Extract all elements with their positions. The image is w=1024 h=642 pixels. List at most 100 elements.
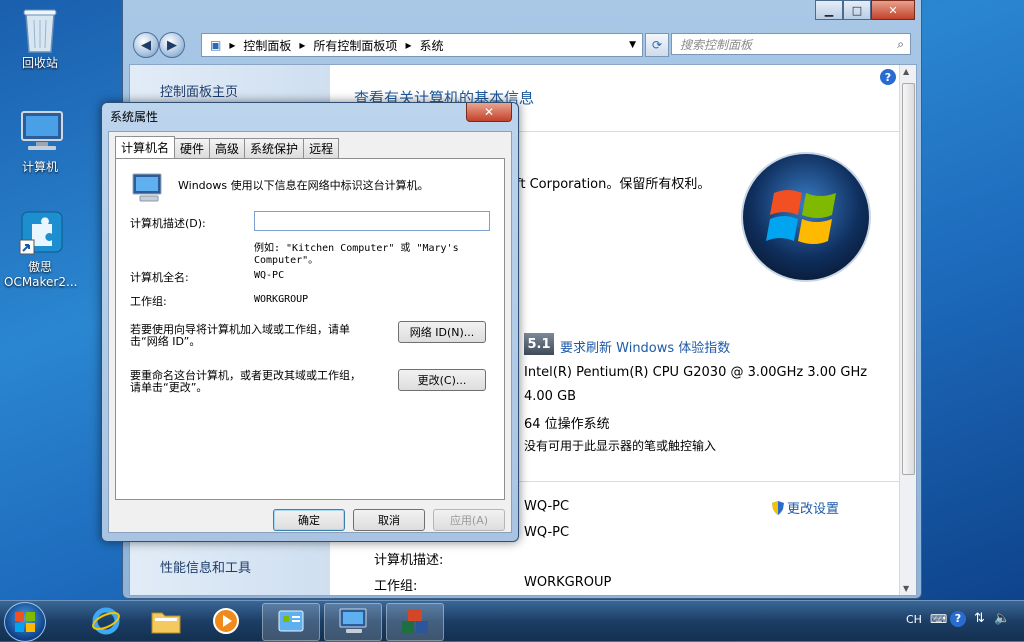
- refresh-button[interactable]: ⟳: [645, 33, 669, 57]
- rating-badge: 5.1: [524, 333, 554, 355]
- full-name-label: 计算机全名:: [130, 271, 189, 284]
- volume-icon[interactable]: 🔈: [994, 611, 1010, 626]
- computer-description-input[interactable]: [254, 211, 490, 231]
- shield-icon: [772, 500, 784, 515]
- recycle-bin-icon: [18, 6, 62, 53]
- taskbar-ie-button[interactable]: [78, 603, 134, 639]
- breadcrumb-item[interactable]: 控制面板: [243, 37, 291, 54]
- breadcrumb-item[interactable]: 系统: [419, 37, 443, 54]
- help-icon[interactable]: ?: [950, 611, 966, 627]
- network-icon[interactable]: ⇅: [974, 611, 985, 626]
- language-indicator[interactable]: CH: [906, 613, 922, 626]
- minimize-button[interactable]: ▁: [815, 0, 843, 20]
- media-player-icon: [213, 608, 239, 634]
- memory-value: 4.00 GB: [524, 389, 577, 404]
- address-bar[interactable]: ▣ ▸ 控制面板 ▸ 所有控制面板项 ▸ 系统 ▼: [201, 33, 643, 57]
- back-button[interactable]: ◀: [133, 32, 159, 58]
- tab-computer-name[interactable]: 计算机名: [115, 136, 176, 158]
- control-panel-icon: [278, 610, 304, 632]
- processor-value: Intel(R) Pentium(R) CPU G2030 @ 3.00GHz …: [524, 365, 868, 380]
- address-bar-row: ◀ ▶ ▣ ▸ 控制面板 ▸ 所有控制面板项 ▸ 系统 ▼ ⟳ 搜索控制面板 ⌕: [131, 32, 911, 60]
- cancel-button[interactable]: 取消: [353, 509, 425, 531]
- back-arrow-icon: ◀: [141, 37, 151, 53]
- vertical-scrollbar[interactable]: ▲ ▼: [899, 65, 916, 595]
- scroll-up-icon[interactable]: ▲: [903, 67, 909, 76]
- internet-explorer-icon: [92, 607, 120, 635]
- taskbar-control-panel-button[interactable]: [262, 603, 320, 641]
- help-icon[interactable]: ?: [880, 69, 896, 85]
- maximize-icon: □: [851, 3, 863, 17]
- intro-text: Windows 使用以下信息在网络中标识这台计算机。: [178, 179, 429, 192]
- taskbar-explorer-button[interactable]: [138, 603, 194, 639]
- breadcrumb-item[interactable]: 所有控制面板项: [313, 37, 397, 54]
- dialog-close-button[interactable]: ✕: [466, 103, 512, 122]
- ocmaker-shortcut-icon: [18, 210, 63, 255]
- computer-icon: [130, 173, 164, 206]
- breadcrumb-separator-icon: ▸: [229, 38, 236, 52]
- sidebar-link-performance[interactable]: 性能信息和工具: [160, 557, 251, 576]
- close-icon: ✕: [888, 3, 898, 17]
- network-id-text-line2: 击“网络 ID”。: [130, 335, 201, 348]
- computer-name-value: WQ-PC: [524, 499, 570, 514]
- tab-hardware[interactable]: 硬件: [174, 138, 211, 158]
- full-name-value: WQ-PC: [254, 270, 285, 281]
- scroll-down-icon[interactable]: ▼: [903, 584, 909, 593]
- copyright-text: ft Corporation。保留所有权利。: [516, 177, 711, 192]
- tab-panel-computer-name: Windows 使用以下信息在网络中标识这台计算机。 计算机描述(D): 例如:…: [115, 158, 505, 500]
- control-panel-icon: ▣: [210, 38, 222, 52]
- search-placeholder: 搜索控制面板: [680, 37, 753, 52]
- windows-logo: [740, 151, 872, 283]
- tab-advanced[interactable]: 高级: [209, 138, 246, 158]
- keyboard-icon[interactable]: ⌨: [930, 612, 947, 626]
- taskbar: CH ⌨ ? ⇅ 🔈: [0, 600, 1024, 642]
- network-id-button[interactable]: 网络 ID(N)...: [398, 321, 486, 343]
- window-caption-buttons: ▁ □ ✕: [815, 0, 915, 20]
- dialog-title: 系统属性: [110, 110, 159, 124]
- refresh-icon: ⟳: [651, 38, 663, 52]
- system-type-value: 64 位操作系统: [524, 417, 610, 432]
- computer-icon: [339, 608, 367, 633]
- rename-text-line2: 请单击“更改”。: [130, 381, 208, 394]
- workgroup-value: WORKGROUP: [254, 294, 309, 305]
- start-button[interactable]: [4, 602, 46, 642]
- breadcrumb-separator-icon: ▸: [405, 38, 412, 52]
- desktop-icon-ocmaker[interactable]: 傲思 OCMaker2...: [4, 210, 78, 289]
- system-properties-dialog: 系统属性 ✕ 计算机名 硬件 高级 系统保护 远程 Windows 使用以下信息…: [101, 102, 519, 542]
- desktop-icon-recycle-bin[interactable]: 回收站: [4, 6, 76, 71]
- minimize-icon: ▁: [824, 3, 834, 17]
- change-settings-label: 更改设置: [787, 502, 840, 517]
- windows-start-icon: [15, 612, 35, 632]
- maximize-button[interactable]: □: [843, 0, 871, 20]
- forward-button[interactable]: ▶: [159, 32, 185, 58]
- desktop-icon-label: 计算机: [21, 160, 58, 174]
- change-button[interactable]: 更改(C)...: [398, 369, 486, 391]
- change-settings-link[interactable]: 更改设置: [772, 498, 839, 517]
- taskbar-media-player-button[interactable]: [198, 603, 254, 639]
- sidebar-link-home[interactable]: 控制面板主页: [160, 81, 238, 100]
- desktop-icon-label-line2: OCMaker2...: [4, 275, 78, 289]
- desktop-icon-computer[interactable]: 计算机: [4, 110, 76, 175]
- full-name-value: WQ-PC: [524, 525, 570, 540]
- apply-button[interactable]: 应用(A): [433, 509, 505, 531]
- breadcrumb-separator-icon: ▸: [299, 38, 306, 52]
- workgroup-value: WORKGROUP: [524, 575, 612, 590]
- taskbar-office-button[interactable]: [386, 603, 444, 641]
- search-icon[interactable]: ⌕: [897, 37, 904, 52]
- dialog-body: 计算机名 硬件 高级 系统保护 远程 Windows 使用以下信息在网络中标识这…: [108, 131, 512, 533]
- dialog-tabs: 计算机名 硬件 高级 系统保护 远程: [115, 136, 340, 158]
- computer-description-label: 计算机描述:: [374, 553, 444, 568]
- chevron-down-icon[interactable]: ▼: [629, 40, 636, 50]
- tab-remote[interactable]: 远程: [303, 138, 340, 158]
- computer-description-label: 计算机描述(D):: [130, 217, 206, 230]
- computer-icon: [18, 110, 63, 154]
- close-button[interactable]: ✕: [871, 0, 915, 20]
- forward-arrow-icon: ▶: [167, 37, 177, 53]
- ok-button[interactable]: 确定: [273, 509, 345, 531]
- taskbar-system-properties-button[interactable]: [324, 603, 382, 641]
- workgroup-label: 工作组:: [374, 579, 418, 594]
- pen-touch-value: 没有可用于此显示器的笔或触控输入: [524, 439, 717, 453]
- tab-system-protection[interactable]: 系统保护: [244, 138, 305, 158]
- scrollbar-thumb[interactable]: [902, 83, 915, 475]
- experience-index-link[interactable]: 要求刷新 Windows 体验指数: [560, 337, 730, 356]
- search-input[interactable]: 搜索控制面板 ⌕: [671, 33, 911, 55]
